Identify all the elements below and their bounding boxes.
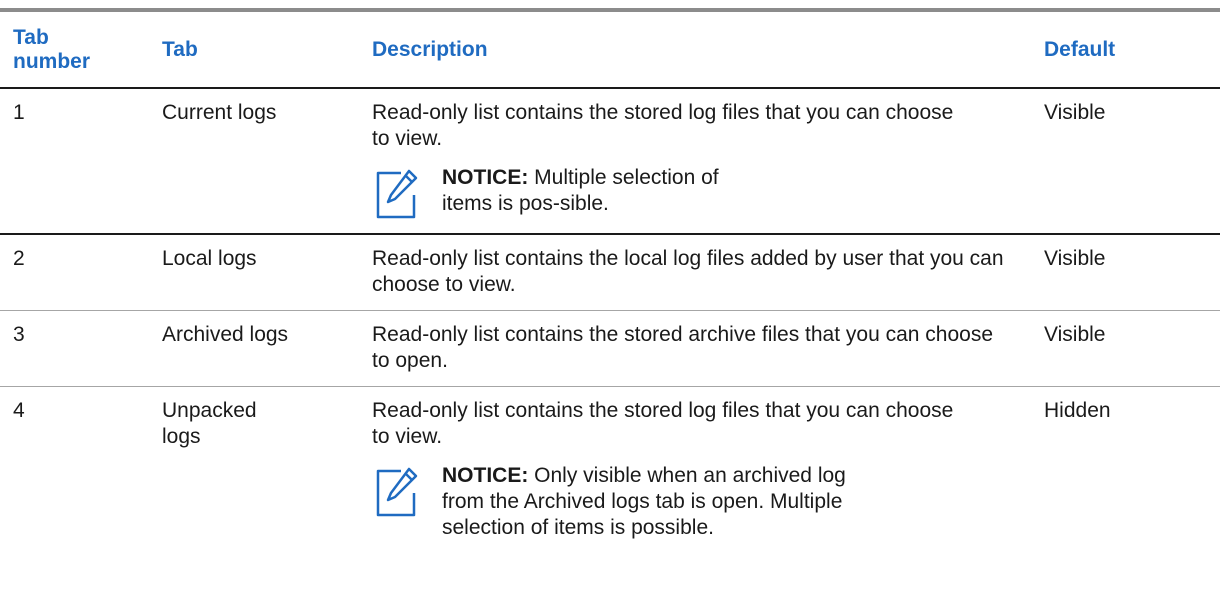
header-tab-number: Tab number (0, 26, 146, 74)
notice-label: NOTICE: (442, 166, 529, 189)
table-row: 4 Unpacked logs Read-only list contains … (0, 387, 1220, 553)
row-number: 3 (13, 323, 25, 346)
row-tab: Unpacked logs (146, 387, 356, 553)
pencil-note-icon (376, 169, 418, 219)
row-default: Visible (1044, 101, 1106, 124)
row-description: Read-only list contains the stored archi… (372, 323, 994, 372)
notice-label: NOTICE: (442, 464, 529, 487)
row-tab: Current logs (162, 101, 277, 124)
row-number: 2 (13, 247, 25, 270)
row-tab-text: Unpacked logs (162, 399, 257, 448)
pencil-note-icon (376, 467, 418, 517)
row-default: Visible (1044, 247, 1106, 270)
notice-block: NOTICE: Multiple selection of items is p… (372, 165, 1012, 221)
table-row: 1 Current logs Read-only list contains t… (0, 89, 1220, 235)
notice-text: NOTICE: Multiple selection of items is p… (442, 165, 762, 221)
notice-block: NOTICE: Only visible when an archived lo… (372, 463, 1012, 541)
header-default: Default (1044, 37, 1116, 61)
table-header-row: Tab number Tab Description Default (0, 12, 1220, 89)
row-tab: Archived logs (162, 323, 289, 346)
table-row: 2 Local logs Read-only list contains the… (0, 235, 1220, 311)
log-tabs-table: Tab number Tab Description Default 1 Cur… (0, 8, 1220, 553)
row-default: Visible (1044, 323, 1106, 346)
row-description: Read-only list contains the stored log f… (372, 101, 954, 150)
row-default: Hidden (1044, 399, 1111, 422)
row-description-cell: Read-only list contains the stored log f… (356, 89, 1032, 233)
row-description-cell: Read-only list contains the stored log f… (356, 387, 1032, 553)
row-tab: Local logs (162, 247, 257, 270)
header-tab: Tab (162, 37, 198, 61)
header-tab-number-text: Tab number (13, 25, 91, 73)
row-description: Read-only list contains the local log fi… (372, 247, 1004, 296)
row-description: Read-only list contains the stored log f… (372, 399, 954, 448)
notice-text: NOTICE: Only visible when an archived lo… (442, 463, 892, 541)
header-description: Description (372, 37, 488, 61)
table-row: 3 Archived logs Read-only list contains … (0, 311, 1220, 387)
row-number: 4 (13, 399, 25, 422)
row-number: 1 (13, 101, 25, 124)
